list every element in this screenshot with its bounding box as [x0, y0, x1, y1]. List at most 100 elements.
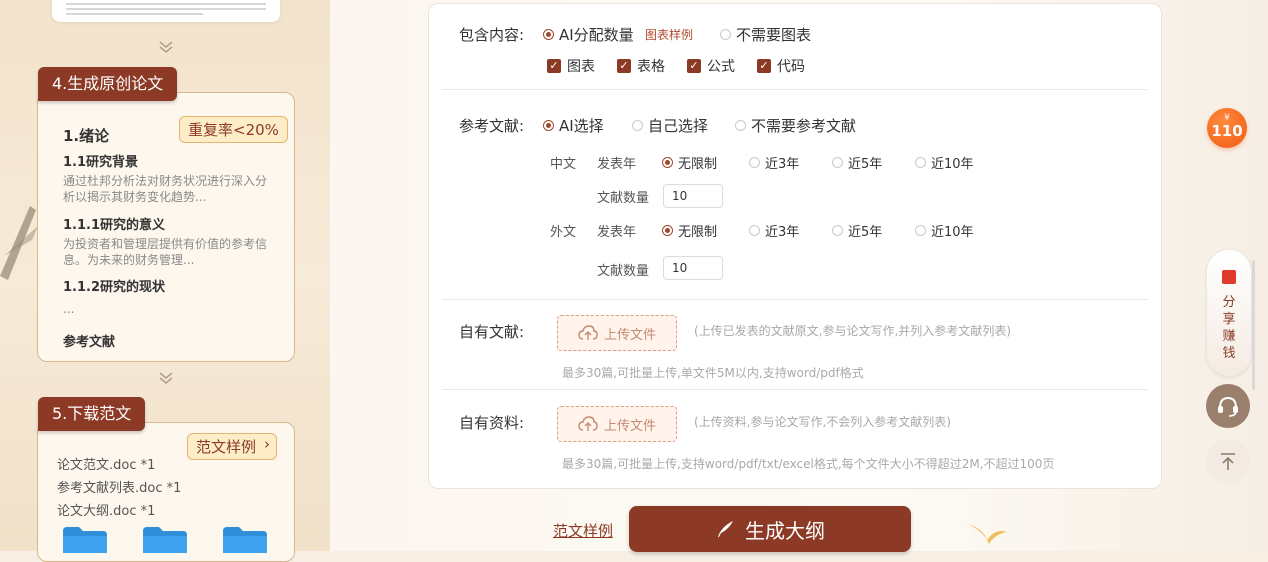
- en-count-label: 文献数量: [597, 264, 650, 279]
- share-earn-button[interactable]: 分 享 赚 钱: [1207, 250, 1251, 376]
- cloud-upload-icon: [578, 416, 598, 431]
- headset-icon: [1218, 396, 1238, 417]
- own-refs-upload-button[interactable]: 上传文件: [557, 315, 677, 351]
- en-year-5[interactable]: 近5年: [832, 221, 882, 240]
- own-materials-label: 自有资料:: [459, 414, 525, 432]
- outline-section: 1.1.1研究的意义: [63, 218, 166, 233]
- own-refs-upload-label: 上传文件: [603, 327, 656, 343]
- generate-outline-button[interactable]: 生成大纲: [629, 506, 911, 552]
- en-year-10[interactable]: 近10年: [915, 221, 974, 240]
- quill-icon: [718, 521, 733, 537]
- coin-value: 110: [1211, 122, 1243, 140]
- repeat-rate-badge: 重复率<20%: [179, 116, 288, 143]
- file-item: 参考文献列表.doc *1: [57, 481, 182, 496]
- scrollbar[interactable]: [1252, 260, 1255, 390]
- share-char: 分: [1222, 295, 1236, 310]
- content-label: 包含内容:: [459, 26, 525, 44]
- coin-balance-badge[interactable]: ¥ 110: [1207, 108, 1247, 148]
- checkbox-chart[interactable]: ✓ 图表: [547, 56, 595, 76]
- radio-ref-ai[interactable]: AI选择: [543, 115, 604, 136]
- cloud-upload-icon: [578, 325, 598, 340]
- own-refs-note: 最多30篇,可批量上传,单文件5M以内,支持word/pdf格式: [562, 366, 864, 380]
- outline-section-text: 通过杜邦分析法对财务状况进行深入分析以揭示其财务变化趋势...: [63, 174, 268, 204]
- chevron-down-icon: [159, 372, 173, 384]
- radio-ref-ai-label: AI选择: [559, 117, 604, 135]
- arrow-up-icon: [1221, 453, 1235, 470]
- radio-ref-none-label: 不需要参考文献: [751, 117, 857, 135]
- en-year-5-label: 近5年: [848, 225, 883, 240]
- checkbox-table-label: 表格: [637, 59, 665, 75]
- file-item: 论文范文.doc *1: [57, 458, 156, 473]
- customer-service-button[interactable]: [1206, 384, 1250, 428]
- file-item: 论文大纲.doc *1: [57, 504, 156, 519]
- check-icon: ✓: [687, 59, 701, 73]
- paper-preview-thumbnail: [52, 0, 280, 22]
- en-year-10-label: 近10年: [931, 225, 974, 240]
- chart-sample-link[interactable]: 图表样例: [645, 26, 693, 43]
- cn-year-10[interactable]: 近10年: [915, 153, 974, 172]
- en-year-3-label: 近3年: [765, 225, 800, 240]
- generate-outline-label: 生成大纲: [745, 518, 825, 543]
- radio-ai-allocate[interactable]: AI分配数量: [543, 24, 634, 45]
- own-materials-hint: (上传资料,参与论文写作,不会列入参考文献列表): [694, 415, 951, 429]
- cn-year-5[interactable]: 近5年: [832, 153, 882, 172]
- cn-year-10-label: 近10年: [931, 157, 974, 172]
- references-label: 参考文献:: [459, 117, 525, 135]
- checkbox-table[interactable]: ✓ 表格: [617, 56, 665, 76]
- cn-year-unlimited[interactable]: 无限制: [662, 153, 717, 172]
- sample-paper-button[interactable]: 范文样例 ›: [187, 433, 278, 460]
- cn-count-label: 文献数量: [597, 191, 650, 206]
- radio-ai-allocate-label: AI分配数量: [559, 26, 634, 44]
- checkbox-code[interactable]: ✓ 代码: [757, 56, 805, 76]
- share-char: 钱: [1222, 346, 1236, 361]
- share-char: 享: [1222, 312, 1236, 327]
- cn-year-label: 发表年: [597, 157, 637, 172]
- en-year-label: 发表年: [597, 225, 637, 240]
- outline-section: 1.1.2研究的现状: [63, 280, 166, 295]
- check-icon: ✓: [547, 59, 561, 73]
- cn-year-unlimited-label: 无限制: [678, 157, 718, 172]
- cn-year-5-label: 近5年: [848, 157, 883, 172]
- step5-label: 5.下载范文: [38, 397, 146, 431]
- chevron-down-icon: [159, 41, 173, 53]
- checkbox-chart-label: 图表: [567, 59, 595, 75]
- cn-count-input[interactable]: 10: [663, 184, 723, 208]
- cn-lang-label: 中文: [550, 157, 577, 172]
- own-materials-upload-button[interactable]: 上传文件: [557, 406, 677, 442]
- radio-ref-none[interactable]: 不需要参考文献: [735, 115, 856, 136]
- folder-icon: [63, 527, 107, 553]
- outline-heading: 1.绪论: [63, 127, 110, 145]
- gift-icon: [1222, 270, 1236, 284]
- check-icon: ✓: [757, 59, 771, 73]
- cn-year-3-label: 近3年: [765, 157, 800, 172]
- section-divider: [442, 89, 1148, 90]
- check-icon: ✓: [617, 59, 631, 73]
- sample-paper-link[interactable]: 范文样例: [553, 520, 613, 541]
- back-to-top-button[interactable]: [1206, 439, 1250, 483]
- radio-ref-self-label: 自己选择: [648, 117, 709, 135]
- sample-paper-label: 范文样例: [196, 438, 257, 456]
- share-char: 赚: [1222, 329, 1236, 344]
- en-year-unlimited-label: 无限制: [678, 225, 718, 240]
- checkbox-formula[interactable]: ✓ 公式: [687, 56, 735, 76]
- own-materials-upload-label: 上传文件: [603, 418, 656, 434]
- radio-no-chart[interactable]: 不需要图表: [720, 24, 811, 45]
- outline-references: 参考文献: [63, 335, 116, 350]
- section-divider: [442, 299, 1148, 300]
- radio-ref-self[interactable]: 自己选择: [632, 115, 708, 136]
- bird-decoration-icon: [967, 524, 1007, 544]
- crane-decoration-icon: [0, 206, 38, 280]
- checkbox-formula-label: 公式: [707, 59, 735, 75]
- own-materials-note: 最多30篇,可批量上传,支持word/pdf/txt/excel格式,每个文件大…: [562, 457, 1055, 471]
- en-year-unlimited[interactable]: 无限制: [662, 221, 717, 240]
- outline-section: 1.1研究背景: [63, 155, 139, 170]
- en-year-3[interactable]: 近3年: [749, 221, 799, 240]
- folder-icon: [223, 527, 267, 553]
- cn-year-3[interactable]: 近3年: [749, 153, 799, 172]
- outline-section-text: 为投资者和管理层提供有价值的参考信息。为未来的财务管理...: [63, 237, 268, 267]
- section-divider: [442, 389, 1148, 390]
- outline-ellipsis: ...: [63, 302, 75, 316]
- en-count-input[interactable]: 10: [663, 256, 723, 280]
- en-lang-label: 外文: [550, 225, 577, 240]
- checkbox-code-label: 代码: [777, 59, 805, 75]
